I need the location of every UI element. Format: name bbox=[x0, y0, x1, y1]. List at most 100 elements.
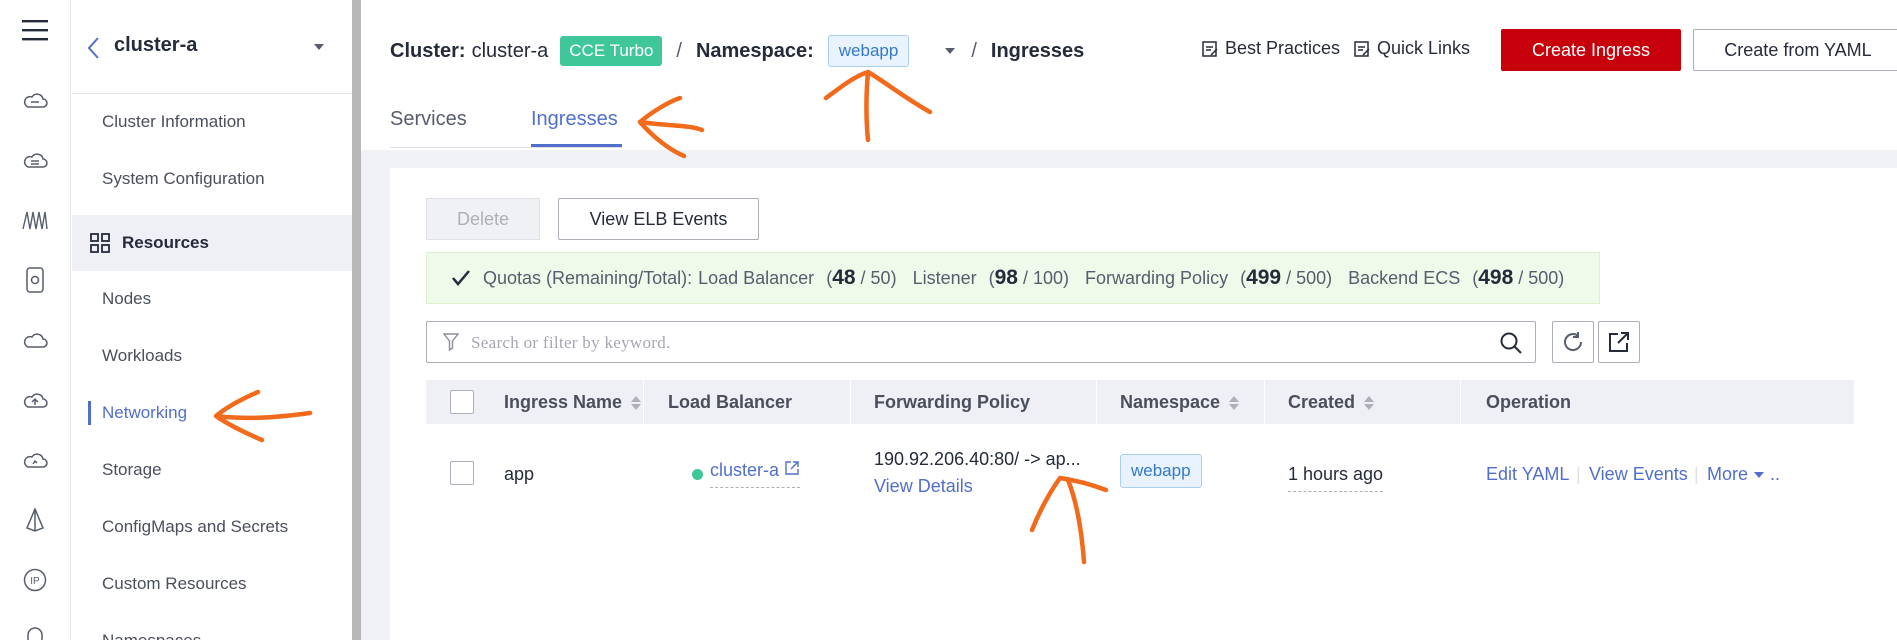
namespace-caret-icon[interactable] bbox=[943, 44, 957, 58]
view-elb-events-button[interactable]: View ELB Events bbox=[558, 198, 759, 240]
search-icon[interactable] bbox=[1499, 331, 1523, 355]
menu-icon[interactable] bbox=[19, 14, 51, 46]
create-ingress-button[interactable]: Create Ingress bbox=[1501, 29, 1681, 71]
column-header-created[interactable]: Created bbox=[1288, 392, 1375, 413]
active-tab-indicator bbox=[531, 144, 622, 147]
sidebar-item-namespaces[interactable]: Namespaces bbox=[72, 618, 352, 640]
best-practices-link[interactable]: Best Practices bbox=[1201, 38, 1340, 59]
cloud-monitor-icon[interactable] bbox=[19, 444, 51, 476]
tab-services[interactable]: Services bbox=[390, 108, 467, 131]
sidebar-item-configmaps-and-secrets[interactable]: ConfigMaps and Secrets bbox=[72, 504, 352, 550]
sidebar-item-label: System Configuration bbox=[102, 169, 265, 188]
sidebar-section-resources[interactable]: Resources bbox=[72, 215, 352, 271]
ingress-name-cell: app bbox=[504, 464, 535, 484]
export-button[interactable] bbox=[1598, 321, 1640, 363]
column-divider bbox=[1264, 380, 1265, 424]
quota-remaining: 48 bbox=[832, 266, 856, 289]
quick-links-label: Quick Links bbox=[1377, 38, 1471, 58]
column-header-forwarding-policy: Forwarding Policy bbox=[874, 392, 1030, 413]
sidebar-item-label: Workloads bbox=[102, 346, 182, 365]
sidebar-item-label: Custom Resources bbox=[102, 574, 247, 593]
search-input-placeholder: Search or filter by keyword. bbox=[471, 333, 671, 352]
sidebar-item-label: Nodes bbox=[102, 289, 152, 308]
create-from-yaml-button[interactable]: Create from YAML bbox=[1693, 29, 1897, 71]
sort-icon[interactable] bbox=[1363, 394, 1375, 412]
cluster-switch-caret-icon[interactable] bbox=[312, 40, 326, 54]
cloud-service-icon[interactable] bbox=[19, 84, 51, 116]
delete-button[interactable]: Delete bbox=[426, 198, 540, 240]
column-divider bbox=[1096, 380, 1097, 424]
view-details-link[interactable]: View Details bbox=[874, 476, 973, 497]
notes-icon bbox=[1202, 40, 1218, 57]
more-menu-link[interactable]: More .. bbox=[1707, 464, 1780, 485]
column-header-namespace[interactable]: Namespace bbox=[1120, 392, 1240, 413]
namespace-label: Namespace: bbox=[695, 39, 814, 62]
cluster-value: cluster-a bbox=[471, 39, 549, 62]
column-header-ingress-name[interactable]: Ingress Name bbox=[504, 392, 642, 413]
sidebar-item-label: Cluster Information bbox=[102, 112, 246, 131]
column-header-label: Operation bbox=[1486, 392, 1572, 412]
sort-icon[interactable] bbox=[630, 394, 642, 412]
ingress-list-card: Delete View ELB Events Quotas (Remaining… bbox=[390, 168, 1897, 640]
sidebar-item-cluster-information[interactable]: Cluster Information bbox=[72, 99, 352, 145]
helm-icon[interactable] bbox=[19, 204, 51, 236]
column-header-load-balancer: Load Balancer bbox=[668, 392, 792, 413]
sidebar-item-label: Resources bbox=[122, 233, 209, 252]
quick-links-link[interactable]: Quick Links bbox=[1353, 38, 1470, 59]
namespace-badge: webapp bbox=[1120, 454, 1202, 488]
filter-icon bbox=[443, 333, 459, 351]
edit-yaml-link[interactable]: Edit YAML bbox=[1486, 464, 1569, 485]
sidebar-item-label: Namespaces bbox=[102, 631, 201, 640]
refresh-button[interactable] bbox=[1552, 321, 1594, 363]
refresh-icon bbox=[1564, 332, 1583, 351]
table-row: app cluster-a 190.92.206.40:80/ -> ap...… bbox=[426, 424, 1854, 520]
search-box[interactable]: Search or filter by keyword. bbox=[426, 321, 1536, 363]
back-arrow-icon[interactable] bbox=[84, 34, 104, 62]
cluster-type-badge: CCE Turbo bbox=[560, 36, 663, 66]
quota-name: Forwarding Policy bbox=[1085, 267, 1229, 288]
namespace-selector[interactable]: webapp bbox=[827, 35, 910, 67]
sidebar: cluster-a Cluster Information System Con… bbox=[72, 0, 352, 640]
ip-icon[interactable]: IP bbox=[19, 564, 51, 596]
best-practices-label: Best Practices bbox=[1225, 38, 1341, 58]
lb-status-dot bbox=[692, 469, 703, 480]
view-events-link[interactable]: View Events bbox=[1589, 464, 1688, 485]
check-icon bbox=[452, 270, 470, 286]
load-balancer-label: cluster-a bbox=[710, 460, 780, 480]
cloud-upload-icon[interactable] bbox=[19, 384, 51, 416]
cluster-label: Cluster: bbox=[390, 39, 466, 62]
cloud-icon[interactable] bbox=[19, 324, 51, 356]
device-icon[interactable] bbox=[19, 264, 51, 296]
page-title: Ingresses bbox=[990, 39, 1085, 62]
table-header: Ingress Name Load Balancer Forwarding Po… bbox=[426, 380, 1854, 424]
quota-total: / 500) bbox=[1286, 267, 1333, 288]
sort-icon[interactable] bbox=[1228, 394, 1240, 412]
created-cell: 1 hours ago bbox=[1288, 464, 1384, 492]
column-divider bbox=[850, 380, 851, 424]
quota-name: Listener bbox=[912, 267, 977, 288]
quota-banner: Quotas (Remaining/Total): Load Balancer … bbox=[426, 252, 1600, 304]
sidebar-item-workloads[interactable]: Workloads bbox=[72, 333, 352, 379]
cone-icon[interactable] bbox=[19, 504, 51, 536]
quota-remaining: 499 bbox=[1246, 266, 1282, 289]
sidebar-item-label: ConfigMaps and Secrets bbox=[102, 517, 289, 536]
sidebar-item-label: Networking bbox=[102, 403, 188, 422]
sidebar-item-nodes[interactable]: Nodes bbox=[72, 276, 352, 322]
load-balancer-link[interactable]: cluster-a bbox=[710, 460, 801, 488]
cloud-service-icon[interactable] bbox=[19, 144, 51, 176]
tab-ingresses[interactable]: Ingresses bbox=[531, 108, 618, 131]
sidebar-scrollbar[interactable] bbox=[352, 0, 361, 640]
column-divider bbox=[1460, 380, 1461, 424]
column-header-label: Created bbox=[1288, 392, 1356, 412]
bell-icon[interactable] bbox=[19, 620, 51, 640]
sidebar-item-custom-resources[interactable]: Custom Resources bbox=[72, 561, 352, 607]
select-all-checkbox[interactable] bbox=[450, 390, 474, 414]
quota-remaining: 498 bbox=[1478, 266, 1514, 289]
cluster-header: cluster-a bbox=[72, 0, 352, 94]
sidebar-item-system-configuration[interactable]: System Configuration bbox=[72, 156, 352, 202]
breadcrumb: Cluster: cluster-a CCE Turbo / Namespace… bbox=[390, 34, 1084, 68]
sidebar-item-storage[interactable]: Storage bbox=[72, 447, 352, 493]
sidebar-item-networking[interactable]: Networking bbox=[72, 390, 352, 436]
cluster-name: cluster-a bbox=[114, 34, 198, 56]
row-checkbox[interactable] bbox=[450, 461, 474, 485]
